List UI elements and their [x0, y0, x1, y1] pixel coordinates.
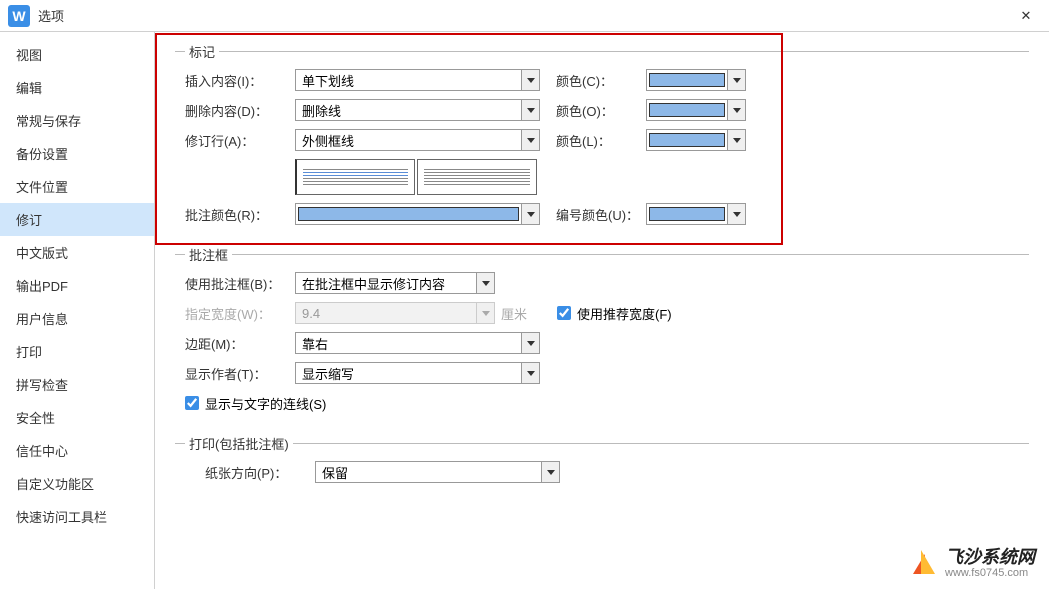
sidebar-item-quick-access[interactable]: 快速访问工具栏: [0, 500, 154, 533]
sidebar-item-spellcheck[interactable]: 拼写检查: [0, 368, 154, 401]
window-title: 选项: [38, 6, 1011, 25]
use-balloon-label: 使用批注框(B)：: [185, 274, 295, 293]
color-swatch: [649, 73, 725, 87]
chevron-down-icon: [521, 363, 539, 383]
color-swatch: [649, 103, 725, 117]
sidebar-item-security[interactable]: 安全性: [0, 401, 154, 434]
revision-preview: [295, 159, 537, 195]
color-swatch: [298, 207, 519, 221]
delete-content-combo[interactable]: 删除线: [295, 99, 540, 121]
margin-label: 边距(M)：: [185, 334, 295, 353]
chevron-down-icon: [476, 273, 494, 293]
width-spinner: 9.4: [295, 302, 495, 324]
color-swatch: [649, 133, 725, 147]
insert-content-combo[interactable]: 单下划线: [295, 69, 540, 91]
group-print-legend: 打印(包括批注框): [185, 434, 293, 453]
app-icon: W: [8, 5, 30, 27]
comment-color-label: 批注颜色(R)：: [185, 205, 295, 224]
number-color-combo[interactable]: [646, 203, 746, 225]
margin-combo[interactable]: 靠右: [295, 332, 540, 354]
use-balloon-combo[interactable]: 在批注框中显示修订内容: [295, 272, 495, 294]
group-balloon-legend: 批注框: [185, 245, 232, 264]
recommended-width-input[interactable]: [557, 306, 571, 320]
chevron-down-icon: [521, 100, 539, 120]
group-balloon: 批注框 使用批注框(B)： 在批注框中显示修订内容 指定宽度(W)： 9.4 厘…: [175, 245, 1029, 426]
delete-color-label: 颜色(O)：: [556, 101, 646, 120]
watermark-icon: [913, 548, 939, 574]
sidebar-item-file-location[interactable]: 文件位置: [0, 170, 154, 203]
show-lines-input[interactable]: [185, 396, 199, 410]
group-print: 打印(包括批注框) 纸张方向(P)： 保留: [175, 434, 1029, 495]
chevron-down-icon: [727, 130, 745, 150]
sidebar-item-edit[interactable]: 编辑: [0, 71, 154, 104]
insert-content-label: 插入内容(I)：: [185, 71, 295, 90]
sidebar-item-customize-ribbon[interactable]: 自定义功能区: [0, 467, 154, 500]
color-swatch: [649, 207, 725, 221]
chevron-down-icon: [541, 462, 559, 482]
sidebar-item-user-info[interactable]: 用户信息: [0, 302, 154, 335]
sidebar-item-print[interactable]: 打印: [0, 335, 154, 368]
sidebar-item-backup[interactable]: 备份设置: [0, 137, 154, 170]
paper-orient-label: 纸张方向(P)：: [205, 463, 315, 482]
insert-color-label: 颜色(C)：: [556, 71, 646, 90]
show-lines-checkbox[interactable]: 显示与文字的连线(S): [185, 394, 326, 413]
revise-line-combo[interactable]: 外侧框线: [295, 129, 540, 151]
paper-orient-combo[interactable]: 保留: [315, 461, 560, 483]
close-icon: ✕: [1021, 8, 1032, 24]
sidebar-item-general-save[interactable]: 常规与保存: [0, 104, 154, 137]
group-mark-legend: 标记: [185, 42, 219, 61]
watermark-title: 飞沙系统网: [945, 547, 1035, 567]
author-label: 显示作者(T)：: [185, 364, 295, 383]
chevron-down-icon: [521, 204, 539, 224]
recommended-width-checkbox[interactable]: 使用推荐宽度(F): [557, 304, 672, 323]
watermark: 飞沙系统网 www.fs0745.com: [913, 543, 1035, 579]
chevron-down-icon: [727, 70, 745, 90]
revise-color-label: 颜色(L)：: [556, 131, 646, 150]
chevron-down-icon: [727, 100, 745, 120]
content-panel: 标记 插入内容(I)： 单下划线 颜色(C)： 删除内容(D)： 删除线: [155, 32, 1049, 589]
sidebar-item-export-pdf[interactable]: 输出PDF: [0, 269, 154, 302]
revise-color-combo[interactable]: [646, 129, 746, 151]
sidebar-item-chinese-layout[interactable]: 中文版式: [0, 236, 154, 269]
group-mark: 标记 插入内容(I)： 单下划线 颜色(C)： 删除内容(D)： 删除线: [175, 42, 1029, 237]
spinner-icon: [476, 303, 494, 323]
chevron-down-icon: [521, 70, 539, 90]
insert-color-combo[interactable]: [646, 69, 746, 91]
width-unit: 厘米: [501, 304, 527, 323]
chevron-down-icon: [521, 333, 539, 353]
sidebar: 视图 编辑 常规与保存 备份设置 文件位置 修订 中文版式 输出PDF 用户信息…: [0, 32, 155, 589]
sidebar-item-revision[interactable]: 修订: [0, 203, 154, 236]
chevron-down-icon: [727, 204, 745, 224]
sidebar-item-trust-center[interactable]: 信任中心: [0, 434, 154, 467]
preview-pane-right: [417, 159, 537, 195]
comment-color-combo[interactable]: [295, 203, 540, 225]
chevron-down-icon: [521, 130, 539, 150]
titlebar: W 选项 ✕: [0, 0, 1049, 32]
revise-line-label: 修订行(A)：: [185, 131, 295, 150]
watermark-url: www.fs0745.com: [945, 567, 1035, 579]
width-label: 指定宽度(W)：: [185, 304, 295, 323]
delete-color-combo[interactable]: [646, 99, 746, 121]
number-color-label: 编号颜色(U)：: [556, 205, 646, 224]
close-button[interactable]: ✕: [1011, 1, 1041, 31]
sidebar-item-view[interactable]: 视图: [0, 38, 154, 71]
preview-pane-left: [295, 159, 415, 195]
delete-content-label: 删除内容(D)：: [185, 101, 295, 120]
author-combo[interactable]: 显示缩写: [295, 362, 540, 384]
